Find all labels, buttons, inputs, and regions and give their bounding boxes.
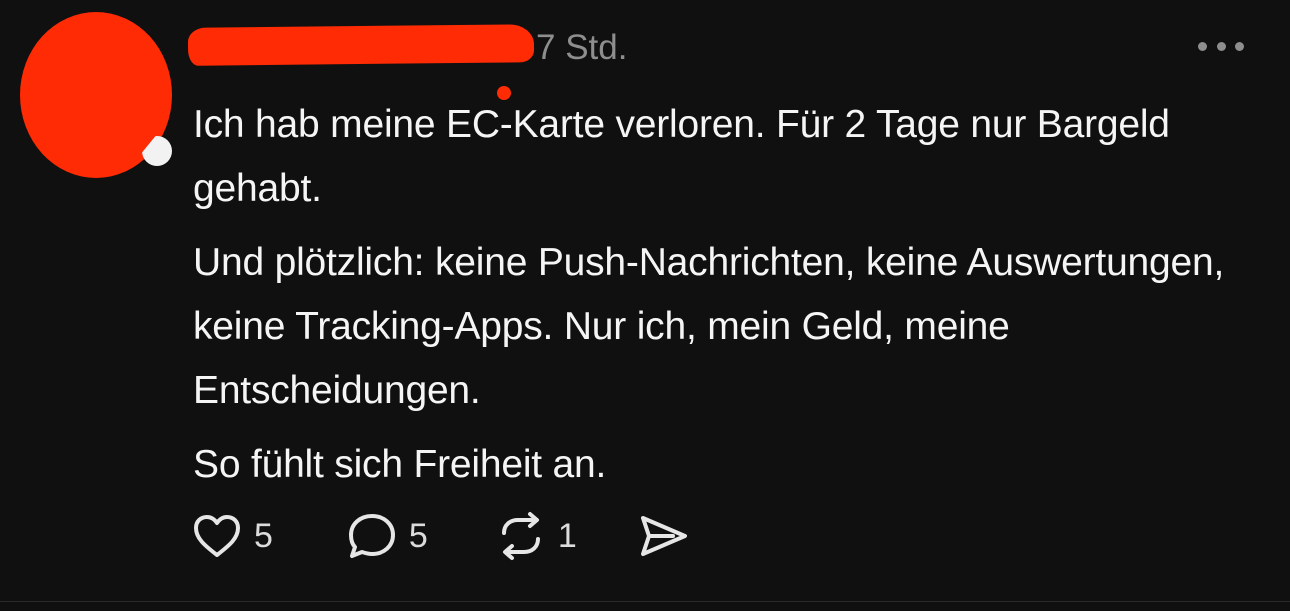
post-paragraph: So fühlt sich Freiheit an. <box>193 443 607 486</box>
share-button[interactable] <box>635 509 691 563</box>
reply-count: 5 <box>408 516 428 555</box>
post-paragraph: Ich hab meine EC-Karte verloren. Für 2 T… <box>193 103 1170 210</box>
more-options-button[interactable] <box>1198 36 1244 56</box>
more-horizontal-icon-dot <box>1235 41 1244 51</box>
post-divider <box>0 601 1290 602</box>
more-horizontal-icon-dot <box>1216 41 1226 51</box>
repost-button[interactable]: 1 <box>494 509 577 563</box>
post-paragraph: Und plötzlich: keine Push-Nachrichten, k… <box>193 241 1225 412</box>
send-icon <box>635 509 691 563</box>
post: 7 Std. Ich hab meine EC-Karte verloren. … <box>0 0 1290 611</box>
like-count: 5 <box>254 516 273 555</box>
reply-button[interactable]: 5 <box>345 509 428 563</box>
repost-icon <box>494 509 548 563</box>
username-redaction <box>187 24 535 66</box>
speech-bubble-icon <box>345 509 399 563</box>
post-actions: 5 5 1 <box>190 508 691 564</box>
like-button[interactable]: 5 <box>190 509 273 563</box>
more-horizontal-icon <box>1198 41 1207 51</box>
repost-count: 1 <box>557 516 577 555</box>
post-body: Ich hab meine EC-Karte verloren. Für 2 T… <box>193 93 1273 507</box>
heart-icon <box>190 509 244 563</box>
post-timestamp[interactable]: 7 Std. <box>536 28 627 68</box>
